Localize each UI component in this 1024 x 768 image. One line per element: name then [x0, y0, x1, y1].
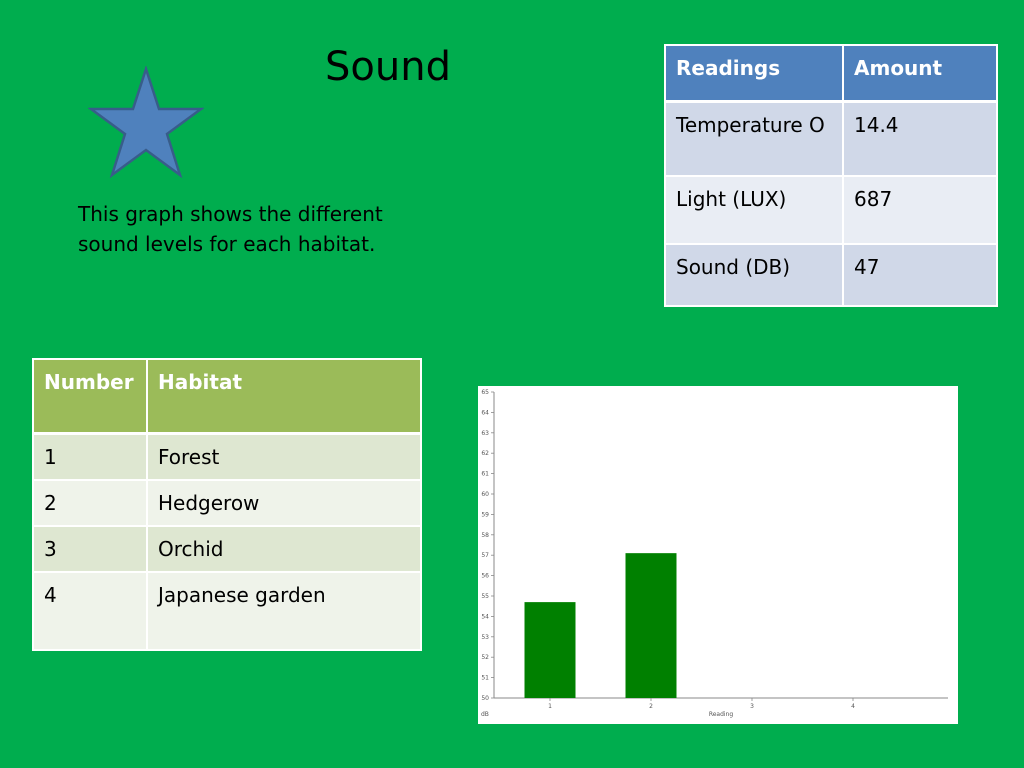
reading-amount: 14.4 [842, 100, 998, 177]
y-tick-label: 61 [481, 471, 489, 478]
y-tick-label: 59 [481, 511, 489, 518]
y-tick-label: 53 [481, 634, 489, 641]
table-header-row: Number Habitat [32, 358, 422, 435]
table-row: Temperature O 14.4 [664, 100, 998, 177]
x-tick-label: 3 [750, 703, 754, 710]
y-axis-label: dB [481, 711, 489, 718]
chart-canvas: 50 51 52 53 54 55 56 57 58 59 60 61 62 63 64 65 1 2 3 4 Read… [481, 389, 948, 718]
reading-amount: 687 [842, 175, 998, 245]
habitat-name: Japanese garden [146, 571, 422, 651]
y-tick-label: 55 [481, 593, 489, 600]
chart-bar [524, 602, 576, 698]
table-row: 3 Orchid [32, 525, 422, 573]
habitat-name: Forest [146, 432, 422, 481]
y-tick-label: 51 [481, 675, 489, 682]
table-row: 2 Hedgerow [32, 479, 422, 527]
y-tick-label: 52 [481, 654, 489, 661]
readings-table: Readings Amount Temperature O 14.4 Light… [664, 44, 998, 307]
table-header-row: Readings Amount [664, 44, 998, 103]
y-tick-label: 62 [481, 450, 489, 457]
y-tick-label: 57 [481, 552, 489, 559]
habitat-table: Number Habitat 1 Forest 2 Hedgerow 3 Orc… [32, 358, 422, 651]
y-tick-label: 56 [481, 573, 489, 580]
header-amount: Amount [842, 44, 998, 103]
x-tick-label: 4 [851, 703, 855, 710]
x-tick-label: 1 [548, 703, 552, 710]
y-tick-label: 50 [481, 695, 489, 702]
star-icon [87, 64, 205, 179]
y-tick-label: 58 [481, 532, 489, 539]
reading-amount: 47 [842, 243, 998, 307]
habitat-name: Hedgerow [146, 479, 422, 527]
y-tick-label: 54 [481, 613, 489, 620]
header-readings: Readings [664, 44, 844, 103]
chart-bar [625, 553, 677, 698]
reading-name: Light (LUX) [664, 175, 844, 245]
table-row: 1 Forest [32, 432, 422, 481]
x-axis-label: Reading [709, 711, 734, 718]
habitat-number: 2 [32, 479, 148, 527]
reading-name: Temperature O [664, 100, 844, 177]
habitat-number: 3 [32, 525, 148, 573]
x-tick-label: 2 [649, 703, 653, 710]
table-row: 4 Japanese garden [32, 571, 422, 651]
y-tick-label: 64 [481, 409, 489, 416]
table-row: Light (LUX) 687 [664, 175, 998, 245]
caption-text: This graph shows the different sound lev… [78, 202, 383, 256]
sound-chart: 50 51 52 53 54 55 56 57 58 59 60 61 62 63 64 65 1 2 3 4 Read… [478, 386, 958, 724]
y-tick-label: 60 [481, 491, 489, 498]
slide-title: Sound [325, 44, 451, 90]
habitat-name: Orchid [146, 525, 422, 573]
header-habitat: Habitat [146, 358, 422, 435]
y-tick-label: 65 [481, 389, 489, 396]
reading-name: Sound (DB) [664, 243, 844, 307]
habitat-number: 1 [32, 432, 148, 481]
header-number: Number [32, 358, 148, 435]
table-row: Sound (DB) 47 [664, 243, 998, 307]
y-tick-label: 63 [481, 430, 489, 437]
habitat-number: 4 [32, 571, 148, 651]
